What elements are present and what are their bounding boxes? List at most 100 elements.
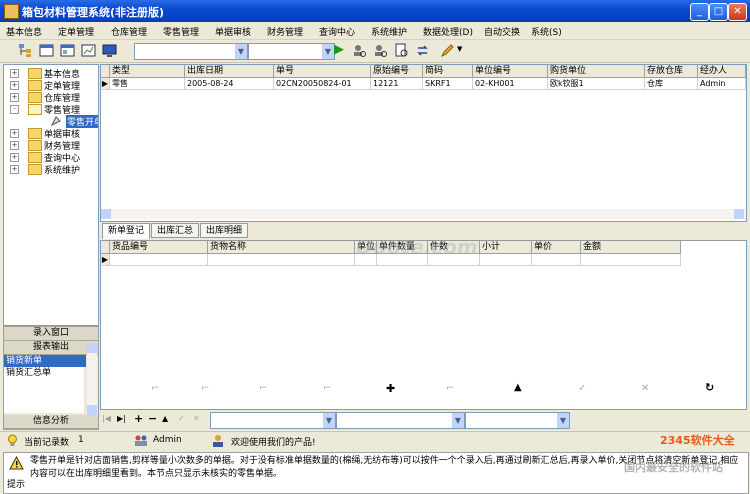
cancel-icon[interactable]: ✕ [641, 383, 649, 394]
chevron-down-icon[interactable]: ▼ [457, 45, 462, 53]
expand-icon[interactable]: + [10, 141, 19, 150]
scroll-down-icon[interactable] [87, 405, 97, 415]
expand-icon[interactable]: + [10, 165, 19, 174]
up-record-icon[interactable]: ▲ [162, 414, 168, 423]
menu-warehouse-mgmt[interactable]: 仓库管理 [111, 25, 147, 38]
user-icon [213, 435, 223, 447]
menu-order-mgmt[interactable]: 定单管理 [58, 25, 94, 38]
screen-icon[interactable] [102, 43, 117, 58]
menu-data-processing[interactable]: 数据处理(D) [423, 25, 473, 38]
tree-item-order-mgmt[interactable]: + 定单管理 [4, 79, 98, 92]
watermark: 2345软件大全 [660, 434, 735, 447]
column-header[interactable]: 金额 [581, 241, 681, 254]
record-combo-2[interactable]: ▼ [336, 412, 465, 429]
column-header[interactable]: 单号 [274, 65, 371, 78]
next-icon[interactable]: ⌐ [259, 383, 267, 394]
column-header[interactable]: 单位编号 [473, 65, 548, 78]
expand-icon[interactable]: + [10, 153, 19, 162]
column-header[interactable]: 单价 [532, 241, 581, 254]
menu-sys-maint[interactable]: 系统维护 [371, 25, 407, 38]
play-icon[interactable]: ▶ [334, 42, 344, 57]
scroll-up-icon[interactable] [87, 343, 97, 353]
maximize-button[interactable]: □ [709, 3, 728, 21]
expand-icon[interactable]: + [10, 69, 19, 78]
expand-icon[interactable]: + [10, 129, 19, 138]
filter-combo-2[interactable]: ▼ [248, 43, 335, 60]
tree-item-query-center[interactable]: + 查询中心 [4, 151, 98, 164]
vertical-scrollbar[interactable] [87, 343, 97, 415]
column-header[interactable]: 经办人 [698, 65, 746, 78]
first-icon[interactable]: ⌐ [151, 383, 159, 394]
row-pointer-icon: ▶ [101, 78, 110, 90]
column-header[interactable]: 货物名称 [208, 241, 355, 254]
add-record-icon[interactable]: + [134, 412, 143, 425]
document-search-icon[interactable] [394, 43, 409, 58]
tree-item-doc-review[interactable]: + 单据审核 [4, 127, 98, 140]
record-combo-1[interactable]: ▼ [210, 412, 336, 429]
chart-window-icon[interactable] [81, 43, 96, 58]
menu-retail-mgmt[interactable]: 零售管理 [163, 25, 199, 38]
info-analysis-button[interactable]: 信息分析 [4, 415, 98, 429]
column-header[interactable]: 简码 [423, 65, 473, 78]
confirm-record-icon[interactable]: ✓ [178, 414, 185, 423]
tree-structure-icon[interactable] [18, 43, 33, 58]
tree-item-retail-billing[interactable]: 零售开单 [4, 115, 98, 128]
insert-icon[interactable]: ✚ [386, 382, 395, 395]
report-output-button[interactable]: 报表输出 [4, 341, 98, 355]
column-header[interactable]: 货品编号 [110, 241, 208, 254]
tab-outbound-summary[interactable]: 出库汇总 [151, 223, 199, 238]
scroll-right-icon[interactable] [734, 209, 744, 219]
tree-item-retail-mgmt[interactable]: - 零售管理 [4, 103, 98, 116]
list-item-sales-new[interactable]: 销货新单 [4, 355, 86, 367]
refresh-arrows-icon[interactable] [415, 43, 430, 58]
user-search-icon[interactable] [352, 43, 367, 58]
collapse-icon[interactable]: - [10, 105, 19, 114]
menu-query-center[interactable]: 查询中心 [319, 25, 355, 38]
cancel-record-icon[interactable]: ✕ [193, 414, 200, 423]
watermark: 国内最安全的软件站 [624, 461, 723, 474]
window-icon[interactable] [39, 43, 54, 58]
tree-item-finance-mgmt[interactable]: + 财务管理 [4, 139, 98, 152]
horizontal-scrollbar[interactable] [101, 209, 746, 219]
last-record-icon[interactable]: ▶| [117, 414, 126, 423]
list-item-sales-summary[interactable]: 销货汇总单 [4, 367, 86, 379]
refresh-icon[interactable]: ↻ [705, 381, 714, 394]
entry-window-button[interactable]: 录入窗口 [4, 327, 98, 341]
expand-icon[interactable]: + [10, 93, 19, 102]
column-header[interactable]: 购货单位 [548, 65, 645, 78]
tree-item-sys-maint[interactable]: + 系统维护 [4, 163, 98, 176]
post-icon[interactable]: ✓ [578, 383, 586, 394]
last-icon[interactable]: ⌐ [323, 383, 331, 394]
tree-item-warehouse-mgmt[interactable]: + 仓库管理 [4, 91, 98, 104]
delete-record-icon[interactable]: − [148, 412, 157, 425]
expand-icon[interactable]: + [10, 81, 19, 90]
column-header[interactable]: 小计 [480, 241, 532, 254]
column-header[interactable]: 类型 [110, 65, 185, 78]
column-header[interactable]: 原始编号 [371, 65, 423, 78]
tree-item-basic-info[interactable]: + 基本信息 [4, 67, 98, 80]
close-button[interactable]: ✕ [728, 3, 747, 21]
column-header[interactable]: 出库日期 [185, 65, 274, 78]
report-list: 销货新单 销货汇总单 [4, 355, 86, 413]
menu-finance-mgmt[interactable]: 财务管理 [267, 25, 303, 38]
filter-combo-1[interactable]: ▼ [134, 43, 248, 60]
record-combo-3[interactable]: ▼ [465, 412, 570, 429]
tab-outbound-detail[interactable]: 出库明细 [200, 223, 248, 238]
user-find-icon[interactable] [373, 43, 388, 58]
minimize-button[interactable]: _ [690, 3, 709, 21]
menu-basic-info[interactable]: 基本信息 [6, 25, 42, 38]
prev-icon[interactable]: ⌐ [201, 383, 209, 394]
move-up-icon[interactable]: ▲ [514, 382, 522, 393]
menu-system[interactable]: 系统(S) [531, 25, 562, 38]
chevron-down-icon: ▼ [323, 413, 335, 428]
column-header[interactable]: 存放仓库 [645, 65, 698, 78]
first-record-icon[interactable]: |◀ [102, 414, 111, 423]
menu-auto-exchange[interactable]: 自动交换 [484, 25, 520, 38]
pencil-icon[interactable] [440, 43, 455, 58]
menu-doc-review[interactable]: 单据审核 [215, 25, 251, 38]
tab-new-entry[interactable]: 新单登记 [102, 223, 150, 239]
scroll-left-icon[interactable] [101, 209, 111, 219]
delete-icon[interactable]: ⌐ [446, 383, 454, 394]
window2-icon[interactable] [60, 43, 75, 58]
hint-label: 提示 [7, 480, 26, 490]
